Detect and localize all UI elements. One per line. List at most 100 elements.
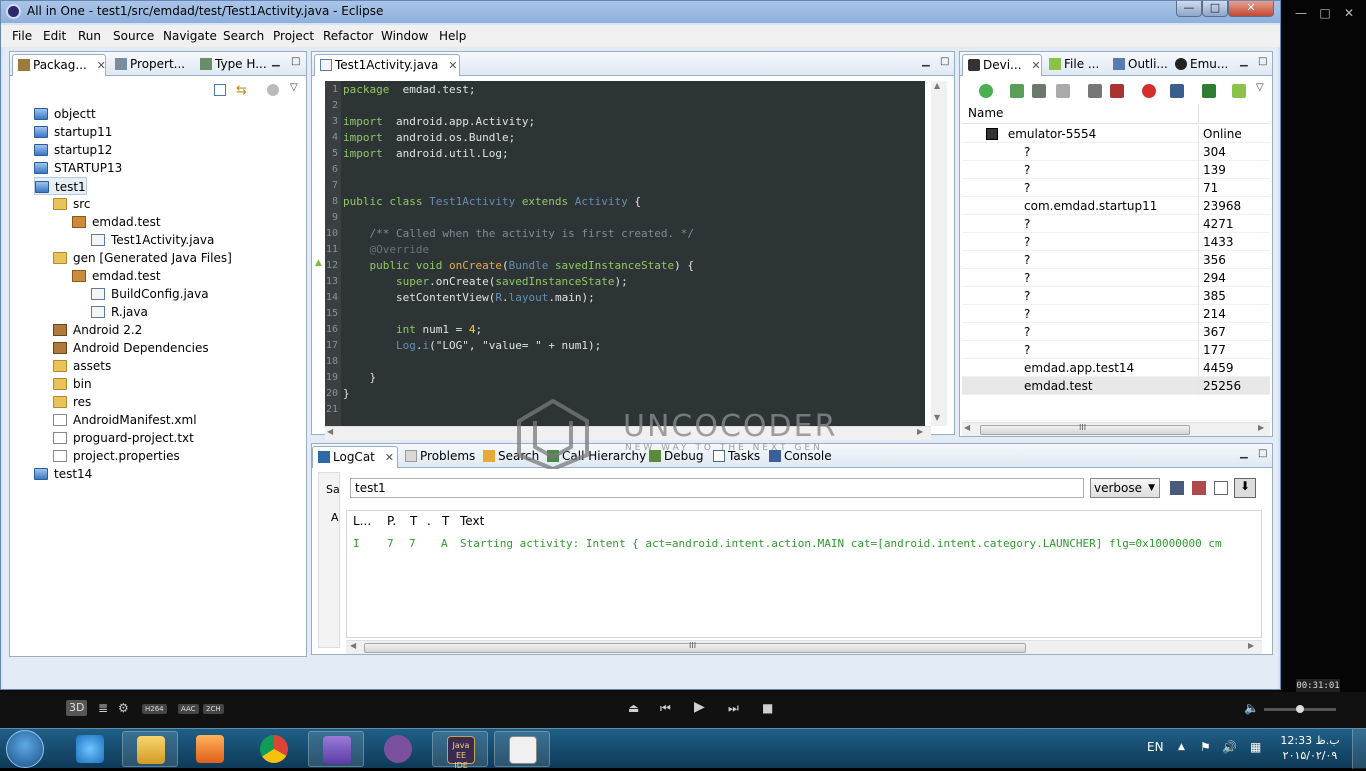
process-row[interactable]: ? 385 (962, 287, 1270, 305)
tree-item[interactable]: R.java (91, 303, 148, 321)
maximize-view-icon[interactable]: □ (1258, 448, 1267, 459)
process-row[interactable]: ? 4271 (962, 215, 1270, 233)
debug-process-icon[interactable] (979, 84, 993, 98)
scroll-left-icon[interactable]: ◀ (964, 423, 970, 432)
dump-hprof-icon[interactable] (1032, 84, 1046, 98)
close-button[interactable]: ✕ (1228, 1, 1274, 17)
scroll-thumb[interactable]: III (364, 641, 1026, 653)
screen-capture-icon[interactable] (1170, 84, 1184, 98)
column-tid[interactable]: T (410, 514, 417, 528)
tab-outline[interactable]: Outli... (1108, 54, 1168, 76)
player-maximize-icon[interactable]: □ (1314, 4, 1336, 22)
column-text[interactable]: Text (460, 514, 484, 528)
process-row[interactable]: ? 71 (962, 179, 1270, 197)
tree-item[interactable]: Android Dependencies (53, 339, 209, 357)
tree-item[interactable]: emdad.test (72, 213, 161, 231)
method-profiling-icon[interactable] (1110, 84, 1124, 98)
logcat-horizontal-scrollbar[interactable]: ◀ III ▶ (346, 640, 1262, 654)
settings-icon[interactable]: ⚙ (118, 701, 129, 715)
previous-icon[interactable]: ⏮ (660, 701, 671, 716)
process-row[interactable]: emdad.app.test14 4459 (962, 359, 1270, 377)
opengl-trace-icon[interactable] (1232, 84, 1246, 98)
close-tab-icon[interactable]: ✕ (448, 59, 457, 72)
stop-icon[interactable]: ■ (762, 701, 773, 715)
volume-slider[interactable] (1264, 705, 1336, 713)
menu-source[interactable]: Source (113, 29, 154, 43)
volume-tray-icon[interactable]: 🔊 (1222, 740, 1237, 754)
taskbar-file-explorer[interactable] (122, 731, 178, 767)
tree-item[interactable]: assets (53, 357, 111, 375)
process-row[interactable]: ? 356 (962, 251, 1270, 269)
tab-properties[interactable]: Propert... (110, 54, 185, 76)
devices-horizontal-scrollbar[interactable]: ◀ III ▶ (962, 422, 1270, 436)
chevron-down-icon[interactable]: ▽ (1256, 82, 1264, 93)
view-menu-icon[interactable] (267, 84, 279, 96)
scroll-left-icon[interactable]: ◀ (350, 641, 356, 650)
name-column-header[interactable]: Name (968, 106, 1003, 120)
tree-item[interactable]: test14 (34, 465, 92, 483)
device-row[interactable]: emulator-5554 Online (962, 125, 1270, 143)
taskbar-internet-explorer[interactable] (62, 731, 118, 767)
menu-project[interactable]: Project (273, 29, 314, 43)
scroll-right-icon[interactable]: ▶ (917, 427, 923, 436)
action-center-icon[interactable]: ⚑ (1200, 740, 1211, 754)
tree-item[interactable]: objectt (34, 105, 96, 123)
toggle-filters-icon[interactable] (1214, 481, 1228, 495)
scroll-right-icon[interactable]: ▶ (1258, 423, 1264, 432)
tree-item[interactable]: bin (53, 375, 92, 393)
player-minimize-icon[interactable]: — (1290, 4, 1312, 22)
language-indicator[interactable]: EN (1147, 740, 1164, 754)
maximize-button[interactable]: □ (1202, 1, 1228, 17)
process-row[interactable]: ? 1433 (962, 233, 1270, 251)
process-row[interactable]: com.emdad.startup11 23968 (962, 197, 1270, 215)
tree-item[interactable]: project.properties (53, 447, 180, 465)
tab-test1activity-java[interactable]: Test1Activity.java ✕ (314, 54, 460, 76)
code-editor[interactable]: 1 package emdad.test; 2 3 import android.app… (325, 81, 925, 426)
update-threads-icon[interactable] (1088, 84, 1102, 98)
volume-knob[interactable] (1296, 705, 1304, 713)
close-tab-icon[interactable]: ✕ (1031, 59, 1040, 72)
tab-console[interactable]: Console (764, 446, 832, 468)
menu-refactor[interactable]: Refactor (323, 29, 373, 43)
scroll-down-icon[interactable]: ▼ (934, 413, 940, 422)
scroll-right-icon[interactable]: ▶ (1248, 641, 1254, 650)
save-log-icon[interactable] (1170, 481, 1184, 495)
volume-icon[interactable]: 🔈 (1244, 701, 1259, 715)
column-pid[interactable]: P. (387, 514, 396, 528)
tree-item[interactable]: Android 2.2 (53, 321, 142, 339)
tree-item[interactable]: proguard-project.txt (53, 429, 194, 447)
tab-search[interactable]: Search (478, 446, 539, 468)
menu-help[interactable]: Help (439, 29, 466, 43)
tree-item[interactable]: startup11 (34, 123, 112, 141)
tree-item[interactable]: STARTUP13 (34, 159, 122, 177)
scroll-up-icon[interactable]: ▲ (934, 81, 940, 90)
tab-call-hierarchy[interactable]: Call Hierarchy (542, 446, 646, 468)
scroll-thumb[interactable]: III (980, 423, 1190, 435)
scroll-left-icon[interactable]: ◀ (327, 427, 333, 436)
taskbar-media-player[interactable] (182, 731, 238, 767)
taskbar-viber[interactable] (370, 731, 426, 767)
minimize-button[interactable]: — (1176, 1, 1202, 17)
3d-badge[interactable]: 3D (66, 700, 88, 716)
close-tab-icon[interactable]: ✕ (97, 59, 106, 72)
clear-log-icon[interactable] (1192, 481, 1206, 495)
column-level[interactable]: L... (353, 514, 371, 528)
next-icon[interactable]: ⏭ (728, 701, 739, 716)
maximize-editor-icon[interactable]: □ (940, 56, 949, 67)
minimize-view-icon[interactable]: ▁ (272, 56, 280, 67)
tree-item[interactable]: Test1Activity.java (91, 231, 214, 249)
taskbar-eclipse[interactable]: Java EE IDE (432, 731, 488, 770)
tree-item[interactable]: BuildConfig.java (91, 285, 209, 303)
tab-devices[interactable]: Devi... ✕ (962, 54, 1042, 76)
close-tab-icon[interactable]: ✕ (385, 451, 394, 464)
menu-edit[interactable]: Edit (43, 29, 66, 43)
show-desktop-button[interactable] (1352, 729, 1366, 769)
playlist-icon[interactable]: ≣ (98, 701, 108, 715)
logcat-search-input[interactable]: test1 (350, 478, 1084, 498)
saved-filters-panel[interactable]: Sa A (318, 472, 340, 648)
tab-tasks[interactable]: Tasks (708, 446, 760, 468)
editor-horizontal-scrollbar[interactable]: ◀ ▶ (325, 426, 931, 440)
tree-item[interactable]: test1 (34, 177, 87, 195)
stop-process-icon[interactable] (1142, 84, 1156, 98)
tab-package-explorer[interactable]: Packag... ✕ (12, 54, 106, 76)
